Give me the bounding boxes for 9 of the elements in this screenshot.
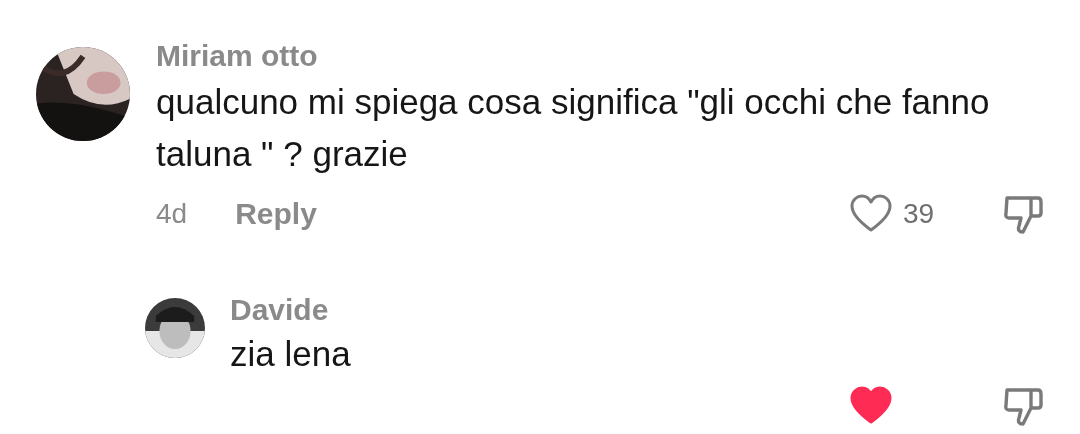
username[interactable]: Miriam otto — [156, 38, 318, 74]
timestamp: 4d — [156, 198, 188, 230]
reply-button[interactable]: Reply — [235, 197, 317, 231]
comment-text: zia lena — [230, 333, 352, 375]
heart-icon[interactable] — [849, 194, 893, 234]
heart-icon[interactable] — [849, 386, 893, 426]
comment-text: qualcuno mi spiega cosa significa "gli occhi che fanno taluna " ? grazie — [156, 81, 991, 175]
username[interactable]: Davide — [230, 292, 329, 328]
like-count: 39 — [903, 198, 936, 230]
